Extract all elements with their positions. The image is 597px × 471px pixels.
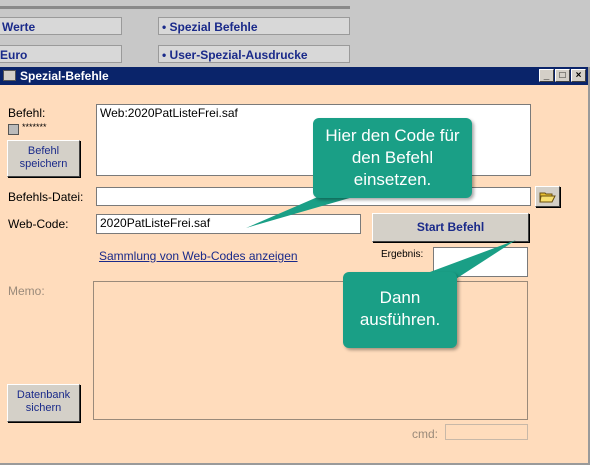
callout-arrows (246, 170, 516, 284)
callout-run: Dann ausführen. (343, 272, 457, 348)
callout-code: Hier den Code für den Befehl einsetzen. (313, 118, 472, 198)
